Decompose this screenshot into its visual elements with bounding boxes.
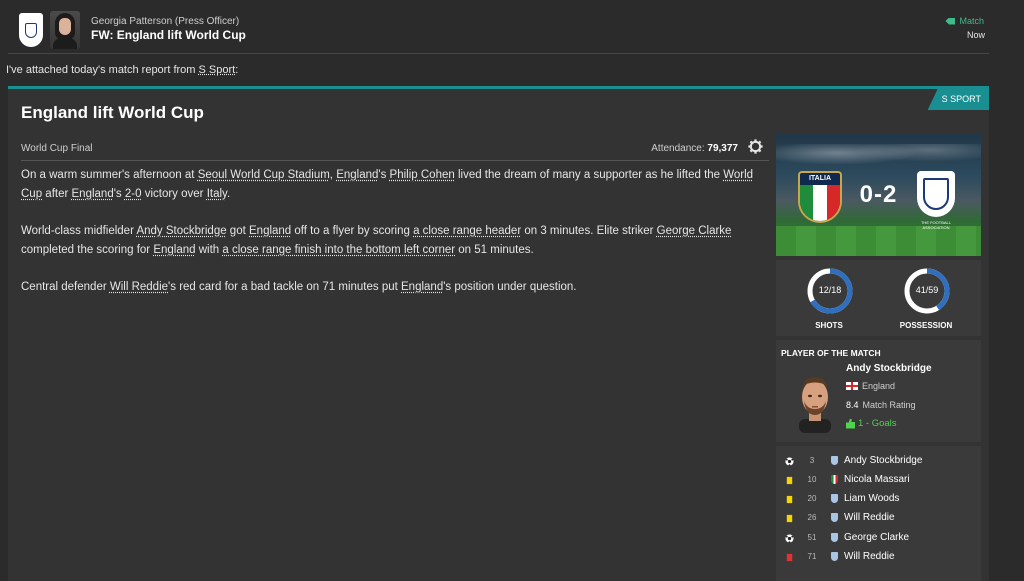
potm-title: PLAYER OF THE MATCH — [781, 348, 881, 358]
shots-value: 12/18 — [818, 285, 842, 295]
attendance: Attendance: 79,377 — [651, 143, 738, 154]
fa-caption: THE FOOTBALL ASSOCIATION — [920, 220, 951, 230]
paragraph-1: On a warm summer's afternoon at Seoul Wo… — [21, 169, 754, 200]
event-row[interactable]: 71 Will Reddie — [776, 549, 981, 568]
match-events: 3 Andy Stockbridge 10 Nicola Massari 20 … — [776, 446, 981, 581]
message-header: Georgia Patterson (Press Officer) FW: En… — [0, 0, 1024, 56]
shots-ring[interactable]: 12/18 — [805, 266, 855, 316]
match-tag-label: Match — [959, 16, 984, 26]
red-card-icon — [786, 553, 793, 562]
goal-ball-icon — [785, 457, 794, 466]
sender-avatar[interactable] — [50, 11, 80, 49]
possession-ring[interactable]: 41/59 — [902, 266, 952, 316]
paragraph-2: World-class midfielder Andy Stockbridge … — [21, 225, 732, 256]
team-link[interactable]: England — [249, 225, 291, 237]
potm-name[interactable]: Andy Stockbridge — [846, 363, 932, 374]
gear-icon[interactable] — [748, 139, 763, 154]
england-crest-icon — [831, 456, 838, 465]
match-tag[interactable]: Match — [945, 16, 984, 26]
england-crest-icon — [831, 513, 838, 522]
event-row[interactable]: 10 Nicola Massari — [776, 472, 981, 491]
player-link[interactable]: Philip Cohen — [390, 169, 455, 181]
shots-label: SHOTS — [815, 321, 843, 330]
tag-icon — [945, 17, 956, 25]
message-time: Now — [966, 30, 985, 40]
paragraph-3: Central defender Will Reddie's red card … — [21, 281, 577, 293]
score-link[interactable]: 2-0 — [125, 188, 142, 200]
scoreboard[interactable]: ITALIA 0-2 THE FOOTBALL ASSOCIATION — [776, 134, 981, 256]
potm-nation[interactable]: England — [846, 381, 895, 391]
article-body: On a warm summer's afternoon at Seoul Wo… — [21, 166, 771, 315]
event-row[interactable]: 20 Liam Woods — [776, 491, 981, 510]
match-stats: 12/18 SHOTS 41/59 POSSESSION — [776, 260, 981, 336]
potm-rating: 8.4 Match Rating — [846, 400, 916, 410]
england-crest-icon — [831, 494, 838, 503]
yellow-card-icon — [786, 476, 793, 485]
possession-label: POSSESSION — [899, 321, 953, 330]
competition-name: World Cup Final — [21, 143, 93, 154]
attendance-value: 79,377 — [707, 143, 738, 154]
england-crest-icon — [831, 533, 838, 542]
message-subject: FW: England lift World Cup — [91, 28, 246, 42]
thumbs-up-icon — [846, 418, 855, 429]
goal-link[interactable]: a close range header — [413, 225, 521, 237]
team-link[interactable]: England — [72, 188, 114, 200]
report-title: England lift World Cup — [21, 103, 204, 122]
intro-text: I've attached today's match report from … — [6, 64, 239, 76]
potm-goals: 1 - Goals — [846, 418, 897, 429]
team-link[interactable]: England — [153, 244, 195, 256]
pitch — [776, 226, 981, 256]
goal-ball-icon — [785, 534, 794, 543]
source-tab: S SPORT — [927, 89, 989, 110]
sender-name[interactable]: Georgia Patterson (Press Officer) — [91, 16, 239, 27]
england-crest-icon — [831, 552, 838, 561]
event-row[interactable]: 3 Andy Stockbridge — [776, 453, 981, 472]
event-row[interactable]: 26 Will Reddie — [776, 510, 981, 529]
italy-crest-icon — [831, 475, 838, 484]
italy-badge-icon[interactable]: ITALIA — [798, 171, 842, 223]
yellow-card-icon — [786, 495, 793, 504]
player-link[interactable]: George Clarke — [657, 225, 732, 237]
possession-value: 41/59 — [915, 285, 939, 295]
england-flag-icon — [846, 382, 858, 390]
stadium-link[interactable]: Seoul World Cup Stadium — [198, 169, 330, 181]
match-score: 0-2 — [859, 181, 898, 208]
team-link[interactable]: Italy — [207, 188, 227, 200]
team-link[interactable]: England — [401, 281, 443, 293]
yellow-card-icon — [786, 514, 793, 523]
england-crest-icon[interactable] — [19, 13, 43, 47]
player-of-the-match: PLAYER OF THE MATCH Andy Stockbridge Eng… — [776, 340, 981, 442]
body-divider — [21, 160, 769, 161]
player-portrait[interactable] — [793, 371, 837, 433]
event-row[interactable]: 51 George Clarke — [776, 530, 981, 549]
header-divider — [8, 53, 989, 54]
goal-link[interactable]: a close range finish into the bottom lef… — [222, 244, 455, 256]
team-link[interactable]: England — [336, 169, 378, 181]
player-link[interactable]: Will Reddie — [110, 281, 168, 293]
source-link[interactable]: S Sport — [199, 64, 236, 76]
england-badge-icon[interactable] — [917, 171, 955, 217]
player-link[interactable]: Andy Stockbridge — [136, 225, 226, 237]
